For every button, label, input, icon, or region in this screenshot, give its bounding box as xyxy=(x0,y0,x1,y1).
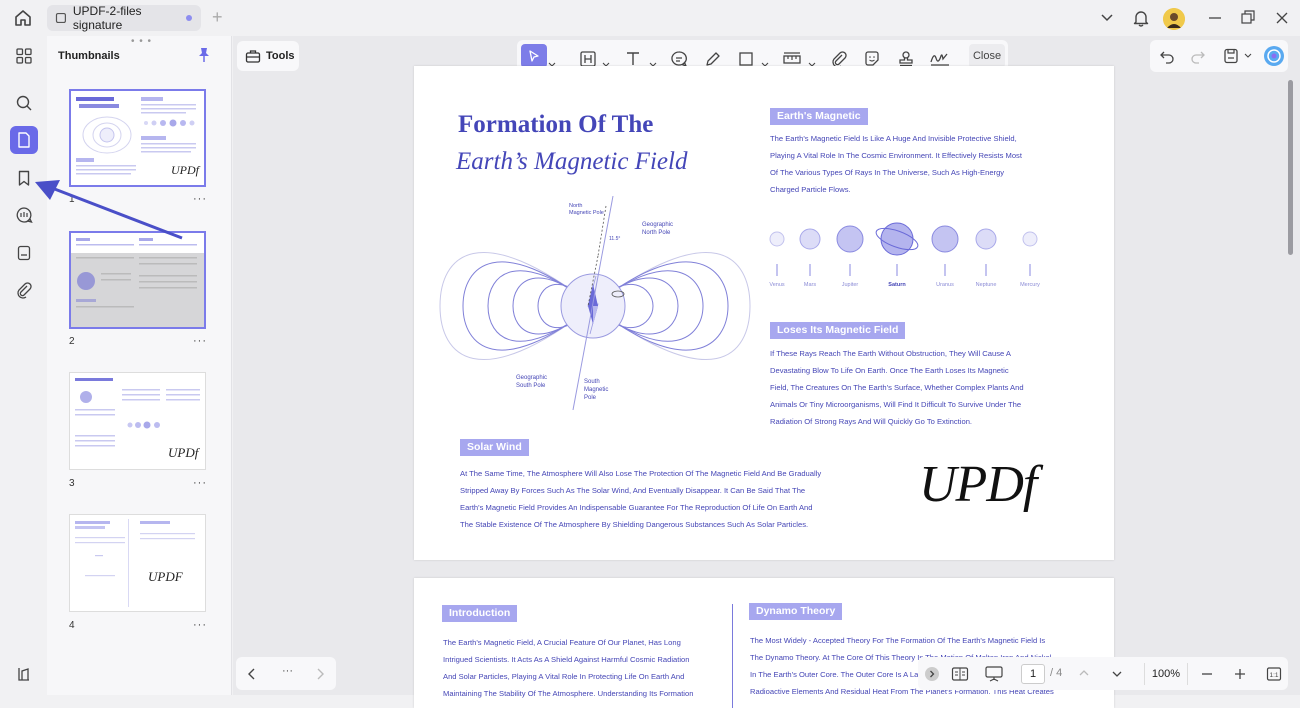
rail-organize-button[interactable] xyxy=(10,42,38,70)
page-number-input[interactable]: 1 xyxy=(1021,664,1045,684)
grid-icon xyxy=(16,48,32,64)
section-text-earths-magnetic: The Earth's Magnetic Field Is Like A Hug… xyxy=(770,134,1022,194)
label-geographic-south: Geographic South Pole xyxy=(516,375,548,389)
page-zoom-bar: 1 / 4 100% 1:1 xyxy=(918,657,1288,690)
avatar[interactable] xyxy=(1163,8,1185,30)
section-text-solar-wind: At The Same Time, The Atmosphere Will Al… xyxy=(460,469,822,529)
column-divider xyxy=(732,604,733,708)
history-toolbar xyxy=(1150,40,1288,72)
thumbnail-page-1[interactable]: UPDf xyxy=(69,89,206,187)
unsaved-dot xyxy=(186,15,192,21)
thumbnail-more-button[interactable]: ··· xyxy=(193,477,207,489)
toolbox-icon xyxy=(245,50,261,63)
chevron-up-icon xyxy=(1079,670,1089,676)
panel-title: Thumbnails xyxy=(58,50,120,62)
page-icon xyxy=(18,132,30,148)
home-icon[interactable] xyxy=(12,7,34,29)
more-button[interactable]: ··· xyxy=(282,665,293,677)
section-text-introduction: The Earth's Magnetic Field, A Crucial Fe… xyxy=(443,638,694,698)
thumbnail-page-3[interactable]: UPDf xyxy=(69,372,206,470)
thumbnail-page-4[interactable]: UPDF xyxy=(69,514,206,612)
redo-icon xyxy=(1191,51,1205,64)
thumbnail-number: 4 xyxy=(69,620,75,631)
label-angle: 11.5° xyxy=(609,236,621,242)
pdf-page-1: Formation Of The Earth’s Magnetic Field … xyxy=(414,66,1114,560)
pin-icon[interactable] xyxy=(197,47,211,63)
thumbnail-nav-bar: ··· xyxy=(236,657,336,690)
rail-bottom-button[interactable] xyxy=(10,660,38,688)
minimize-icon[interactable] xyxy=(1207,9,1223,27)
cursor-icon xyxy=(529,50,539,62)
rail-attachment-button[interactable] xyxy=(10,276,38,304)
signature-image: UPDf xyxy=(919,456,1037,513)
label-south-magnetic: South Magnetic Pole xyxy=(584,379,609,401)
vertical-scrollbar[interactable] xyxy=(1288,80,1293,255)
planet-label-jupiter: Jupiter xyxy=(841,282,859,288)
tab-title: UPDF-2-files signature xyxy=(72,4,142,32)
page-total: / 4 xyxy=(1050,667,1063,679)
zoom-in-icon[interactable] xyxy=(1233,667,1247,681)
bell-icon[interactable] xyxy=(1132,8,1150,28)
label-geographic-north: Geographic North Pole xyxy=(642,222,674,236)
document-icon xyxy=(55,12,66,24)
tutorial-arrow xyxy=(35,180,183,240)
section-heading-introduction: Introduction xyxy=(442,605,518,622)
planet-label-saturn: Saturn xyxy=(888,282,906,288)
rail-thumbnails-button[interactable] xyxy=(10,126,38,154)
planet-label-mars: Mars xyxy=(803,282,817,288)
svg-text:1:1: 1:1 xyxy=(1269,672,1278,679)
chevron-right-icon xyxy=(317,668,324,680)
undo-icon[interactable] xyxy=(1159,48,1175,64)
restore-icon[interactable] xyxy=(1240,9,1256,27)
planets-graphic xyxy=(769,222,1038,276)
thumbnails-panel: • • • Thumbnails UPDf 1 ··· 2 ··· UPDf 3… xyxy=(47,36,232,695)
svg-text:UPDf: UPDf xyxy=(168,445,201,460)
panel-resize-handle[interactable]: • • • xyxy=(131,36,152,47)
close-window-icon[interactable] xyxy=(1274,9,1290,27)
section-heading-solar-wind: Solar Wind xyxy=(460,439,529,456)
chevron-down-icon[interactable] xyxy=(1244,53,1252,59)
document-title-line2: Earth’s Magnetic Field xyxy=(456,148,688,175)
thumbnail-number: 2 xyxy=(69,336,75,347)
tools-label: Tools xyxy=(266,50,295,62)
rail-search-button[interactable] xyxy=(10,89,38,117)
document-title-line1: Formation Of The xyxy=(458,111,654,138)
layers-icon xyxy=(18,668,29,681)
presentation-icon[interactable] xyxy=(984,665,1004,683)
left-rail xyxy=(3,36,44,695)
actual-size-icon[interactable]: 1:1 xyxy=(1266,666,1282,682)
paperclip-icon xyxy=(17,282,32,299)
planet-label-uranus: Uranus xyxy=(936,282,954,288)
search-icon xyxy=(16,95,32,111)
new-tab-button[interactable]: + xyxy=(212,8,223,26)
close-tool-button[interactable]: Close xyxy=(969,44,1005,68)
save-icon[interactable] xyxy=(1222,47,1240,65)
thumbnail-more-button[interactable]: ··· xyxy=(193,619,207,631)
thumbnail-number: 3 xyxy=(69,478,75,489)
zoom-out-icon[interactable] xyxy=(1200,667,1214,681)
collapse-icon[interactable] xyxy=(924,666,940,682)
thumbnail-more-button[interactable]: ··· xyxy=(193,193,207,205)
svg-text:UPDF: UPDF xyxy=(148,569,184,584)
ai-assistant-icon[interactable] xyxy=(1263,45,1285,67)
planet-label-mercury: Mercury xyxy=(1020,282,1040,288)
label-north-magnetic: North Magnetic Pole xyxy=(569,203,604,216)
section-heading-dynamo: Dynamo Theory xyxy=(749,603,843,620)
section-heading-loses-field: Loses Its Magnetic Field xyxy=(770,322,906,339)
svg-text:UPDf: UPDf xyxy=(171,163,201,177)
section-heading-earths-magnetic: Earth's Magnetic xyxy=(770,108,868,125)
zoom-level[interactable]: 100% xyxy=(1144,663,1188,685)
reading-mode-icon[interactable] xyxy=(951,666,969,682)
select-tool[interactable] xyxy=(521,44,547,68)
chevron-left-icon[interactable] xyxy=(247,667,257,681)
chevron-down-icon[interactable] xyxy=(1111,669,1123,679)
chevron-down-icon[interactable] xyxy=(1100,9,1114,27)
thumbnail-more-button[interactable]: ··· xyxy=(193,335,207,347)
tools-button[interactable]: Tools xyxy=(237,41,299,71)
title-bar: UPDF-2-files signature + xyxy=(0,0,1300,36)
document-tab[interactable]: UPDF-2-files signature xyxy=(47,4,201,32)
planet-label-neptune: Neptune xyxy=(975,282,997,288)
section-text-loses-field: If These Rays Reach The Earth Without Ob… xyxy=(770,349,1024,426)
